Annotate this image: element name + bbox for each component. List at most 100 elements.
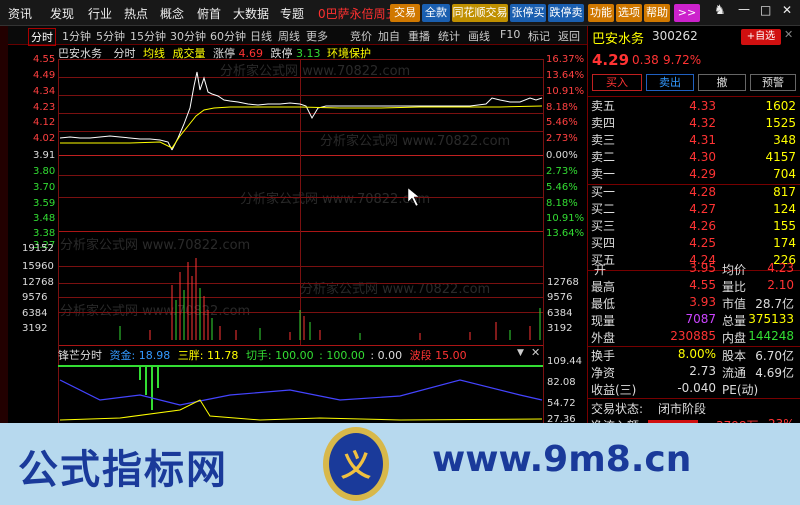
ask-row[interactable]: 卖二 4.30 4157: [588, 149, 800, 166]
bid-label: 买四: [591, 236, 616, 250]
alert-button[interactable]: 预警: [750, 74, 796, 91]
ask-row[interactable]: 卖四 4.32 1525: [588, 115, 800, 132]
ask-volume: 4157: [765, 150, 796, 164]
indicator-lines: [58, 365, 543, 421]
quote-value: 2.73: [689, 364, 716, 378]
ask-row[interactable]: 卖一 4.29 704: [588, 166, 800, 183]
quote-panel: 巴安水务 300262 +自选 ✕ 4.29 0.38 9.72% 买入 卖出 …: [587, 26, 800, 433]
ask-volume: 1602: [765, 99, 796, 113]
indicator-value-4: 100.00: [326, 349, 365, 362]
bid-volume: 174: [773, 236, 796, 250]
indicator-name[interactable]: 锋芒分时: [58, 349, 102, 362]
quote-value: 144248: [748, 329, 794, 343]
buy-button[interactable]: 买入: [592, 74, 642, 91]
quote-value: 4.55: [689, 278, 716, 292]
quote-value: 2.10: [767, 278, 794, 292]
bid-label: 买一: [591, 185, 616, 199]
more-button[interactable]: >>: [674, 4, 700, 22]
quote-label: PE(动): [722, 383, 759, 397]
function-button[interactable]: 功能: [588, 4, 614, 22]
quote-value: 3.95: [689, 261, 716, 275]
banner-url: www.9m8.cn: [432, 439, 692, 480]
ask-price: 4.31: [689, 133, 716, 147]
sell-button[interactable]: 卖出: [646, 74, 694, 91]
indicator-value-6: 15.00: [435, 349, 467, 362]
cancel-order-button[interactable]: 撤: [698, 74, 746, 91]
indicator-value-2: 11.78: [206, 349, 239, 362]
quote-label: 均价: [722, 263, 747, 277]
indicator-value-5: 0.00: [377, 349, 403, 362]
trade-status-label: 交易状态:: [591, 402, 644, 416]
price-change-pct: 9.72%: [663, 53, 702, 67]
intraday-chart[interactable]: [0, 0, 587, 430]
quote-label: 量比: [722, 280, 747, 294]
ask-price: 4.33: [689, 99, 716, 113]
maximize-icon[interactable]: □: [760, 3, 771, 17]
stock-name: 巴安水务: [592, 32, 645, 47]
indicator-close-icon[interactable]: ✕: [531, 346, 540, 359]
help-button[interactable]: 帮助: [644, 4, 670, 22]
quote-value: 375133: [748, 312, 794, 326]
indicator-label-4: :: [319, 349, 323, 362]
indicator-label-5: :: [370, 349, 375, 362]
quote-label: 外盘: [591, 331, 616, 345]
ask-volume: 704: [773, 167, 796, 181]
close-icon[interactable]: ✕: [782, 3, 792, 17]
ask-price: 4.30: [689, 150, 716, 164]
close-icon[interactable]: ✕: [784, 28, 793, 41]
quote-value: -0.040: [677, 381, 716, 395]
ask-label: 卖四: [591, 116, 616, 130]
indicator-header: 锋芒分时 资金: 18.98 三胖: 11.78 切手: 100.00 : 10…: [58, 347, 467, 362]
minimize-icon[interactable]: —: [738, 2, 750, 16]
indicator-label-3: 切手:: [245, 349, 272, 362]
mouse-cursor-icon: [407, 187, 420, 207]
ask-label: 卖三: [591, 133, 616, 147]
bid-price: 4.28: [689, 185, 716, 199]
quote-value: 6.70亿: [755, 349, 794, 363]
bid-row[interactable]: 买二 4.27 124: [588, 201, 800, 218]
quote-label: 换手: [591, 349, 616, 363]
bid-row[interactable]: 买一 4.28 817: [588, 184, 800, 201]
indicator-value-1: 18.98: [138, 349, 171, 362]
bid-volume: 817: [773, 185, 796, 199]
ask-price: 4.29: [689, 167, 716, 181]
bid-price: 4.27: [689, 202, 716, 216]
indicator-tick: 82.08: [547, 377, 576, 388]
options-button[interactable]: 选项: [616, 4, 642, 22]
indicator-label-2: 三胖:: [177, 349, 204, 362]
quote-value: 8.00%: [677, 347, 716, 361]
ask-label: 卖五: [591, 99, 616, 113]
ask-row[interactable]: 卖三 4.31 348: [588, 132, 800, 149]
quote-value: 4.69亿: [755, 366, 794, 380]
quote-value: 28.7亿: [755, 297, 794, 311]
logo-icon: ♞: [714, 3, 726, 18]
indicator-label-6: 波段: [409, 349, 432, 362]
indicator-tick: 54.72: [547, 398, 576, 409]
quote-label: 收益(三): [591, 383, 637, 397]
banner-logo-char: 义: [341, 449, 371, 484]
quote-value: 230885: [670, 329, 716, 343]
bid-volume: 124: [773, 202, 796, 216]
avg-line: [60, 105, 543, 149]
bid-row[interactable]: 买三 4.26 155: [588, 218, 800, 235]
bid-label: 买三: [591, 219, 616, 233]
quote-label: 净资: [591, 366, 616, 380]
bid-row[interactable]: 买四 4.25 174: [588, 235, 800, 252]
quote-value: 4.23: [767, 261, 794, 275]
ask-label: 卖一: [591, 167, 616, 181]
indicator-dropdown-icon[interactable]: ▼: [517, 348, 524, 358]
trade-status-value: 闭市阶段: [658, 402, 707, 416]
price-line: [171, 71, 543, 151]
current-price: 4.29: [592, 51, 630, 69]
banner-title: 公式指标网: [18, 447, 228, 493]
indicator-label-1: 资金:: [109, 349, 136, 362]
quote-label: 市值: [722, 297, 747, 311]
quote-label: 最高: [591, 280, 616, 294]
watermark-banner: 公式指标网 义 www.9m8.cn: [0, 423, 800, 505]
bid-price: 4.26: [689, 219, 716, 233]
ask-row[interactable]: 卖五 4.33 1602: [588, 98, 800, 115]
quote-label: 现量: [591, 314, 616, 328]
bid-volume: 155: [773, 219, 796, 233]
quote-value: 3.93: [689, 295, 716, 309]
add-watchlist-button[interactable]: +自选: [741, 29, 781, 45]
